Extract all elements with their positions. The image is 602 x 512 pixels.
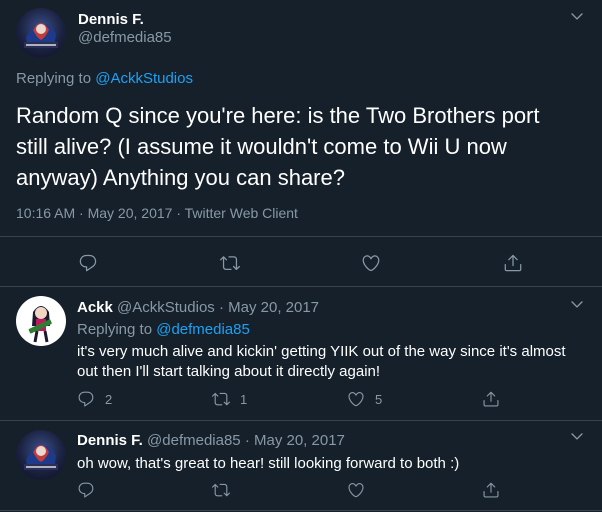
retweet-icon[interactable] bbox=[212, 481, 230, 499]
retweet-icon[interactable] bbox=[220, 253, 240, 273]
avatar-art-icon bbox=[28, 306, 52, 343]
replying-to-link[interactable]: @defmedia85 bbox=[156, 321, 250, 338]
divider bbox=[0, 420, 602, 421]
reply-action[interactable]: 2 bbox=[77, 390, 112, 408]
author-name[interactable]: Ackk bbox=[77, 299, 113, 316]
divider bbox=[0, 236, 602, 237]
reply-icon[interactable] bbox=[78, 253, 98, 273]
avatar-art-icon bbox=[24, 23, 58, 48]
replying-to-line: Replying to @AckkStudios bbox=[16, 70, 193, 87]
like-action[interactable]: 5 bbox=[347, 390, 382, 408]
divider bbox=[0, 286, 602, 287]
chevron-down-icon[interactable] bbox=[569, 296, 585, 312]
share-icon[interactable] bbox=[503, 253, 523, 273]
author-name[interactable]: Dennis F. bbox=[78, 11, 144, 28]
avatar[interactable] bbox=[16, 430, 66, 480]
reply-text: oh wow, that's great to hear! still look… bbox=[77, 455, 460, 472]
reply-icon[interactable] bbox=[77, 481, 95, 499]
chevron-down-icon[interactable] bbox=[569, 8, 585, 24]
replying-to-prefix: Replying to bbox=[77, 321, 157, 338]
tweet-timestamp[interactable]: 10:16 AM · May 20, 2017 · Twitter Web Cl… bbox=[16, 205, 298, 221]
replying-to-prefix: Replying to bbox=[16, 70, 96, 87]
chevron-down-icon[interactable] bbox=[569, 428, 585, 444]
share-icon[interactable] bbox=[482, 390, 500, 408]
replying-to-line: Replying to @defmedia85 bbox=[77, 321, 250, 338]
avatar[interactable] bbox=[16, 296, 66, 346]
heart-icon[interactable] bbox=[347, 481, 365, 499]
divider bbox=[0, 510, 602, 511]
retweet-icon[interactable] bbox=[212, 390, 230, 408]
author-handle[interactable]: @defmedia85 bbox=[78, 29, 172, 46]
heart-icon[interactable] bbox=[361, 253, 381, 273]
retweet-action[interactable]: 1 bbox=[212, 390, 247, 408]
replying-to-link[interactable]: @AckkStudios bbox=[95, 70, 193, 87]
reply-text: it's very much alive and kickin' getting… bbox=[77, 343, 566, 380]
share-action[interactable] bbox=[482, 390, 500, 408]
share-icon[interactable] bbox=[482, 481, 500, 499]
author-meta[interactable]: @defmedia85 · May 20, 2017 bbox=[147, 432, 345, 449]
heart-icon[interactable] bbox=[347, 390, 365, 408]
reply-header: Dennis F. @defmedia85 · May 20, 2017 bbox=[77, 432, 345, 449]
author-meta[interactable]: @AckkStudios · May 20, 2017 bbox=[117, 299, 319, 316]
avatar[interactable] bbox=[16, 8, 66, 58]
avatar-art-icon bbox=[24, 445, 58, 470]
author-name[interactable]: Dennis F. bbox=[77, 432, 143, 449]
tweet-text: Random Q since you're here: is the Two B… bbox=[16, 103, 540, 190]
reply-header: Ackk @AckkStudios · May 20, 2017 bbox=[77, 299, 319, 316]
reply-icon[interactable] bbox=[77, 390, 95, 408]
retweet-count: 1 bbox=[240, 391, 248, 407]
like-count: 5 bbox=[375, 391, 383, 407]
reply-count: 2 bbox=[105, 391, 113, 407]
